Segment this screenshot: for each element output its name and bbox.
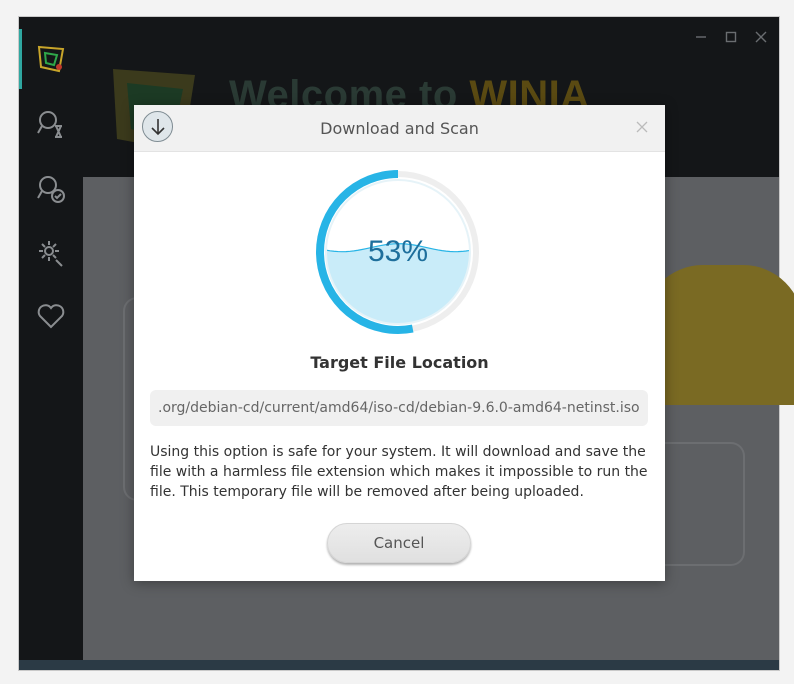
maximize-icon[interactable] — [725, 31, 737, 43]
settings-icon — [39, 241, 63, 267]
progress-ring: 53% — [314, 168, 482, 336]
sidebar-active-indicator — [19, 29, 22, 89]
cancel-button[interactable]: Cancel — [327, 523, 471, 563]
sidebar-item-home[interactable] — [33, 41, 69, 77]
sidebar-item-settings[interactable] — [33, 235, 69, 271]
minimize-icon[interactable] — [695, 31, 707, 43]
scan-history-icon — [37, 111, 62, 138]
scan-card[interactable] — [643, 265, 794, 405]
dialog-close-icon[interactable] — [633, 118, 651, 136]
target-location-label: Target File Location — [310, 353, 489, 372]
dialog-title: Download and Scan — [320, 119, 479, 138]
scan-check-icon — [37, 176, 65, 203]
close-icon[interactable] — [755, 31, 767, 43]
window-controls — [695, 31, 767, 43]
safety-info-text: Using this option is safe for your syste… — [150, 444, 648, 500]
dialog-header: Download and Scan — [134, 105, 665, 152]
sidebar-item-favorites[interactable] — [33, 298, 69, 334]
progress-percentage: 53% — [367, 235, 429, 268]
sidebar — [19, 17, 83, 660]
favorites-icon — [37, 304, 65, 329]
file-path-field[interactable]: .org/debian-cd/current/amd64/iso-cd/debi… — [150, 390, 648, 426]
history-card[interactable] — [663, 442, 745, 566]
sidebar-item-scan-check[interactable] — [33, 171, 69, 207]
status-strip — [19, 660, 779, 670]
sidebar-item-scan-history[interactable] — [33, 106, 69, 142]
download-scan-dialog: Download and Scan 53% Target File Locati… — [134, 105, 665, 581]
app-logo-icon — [37, 45, 65, 73]
